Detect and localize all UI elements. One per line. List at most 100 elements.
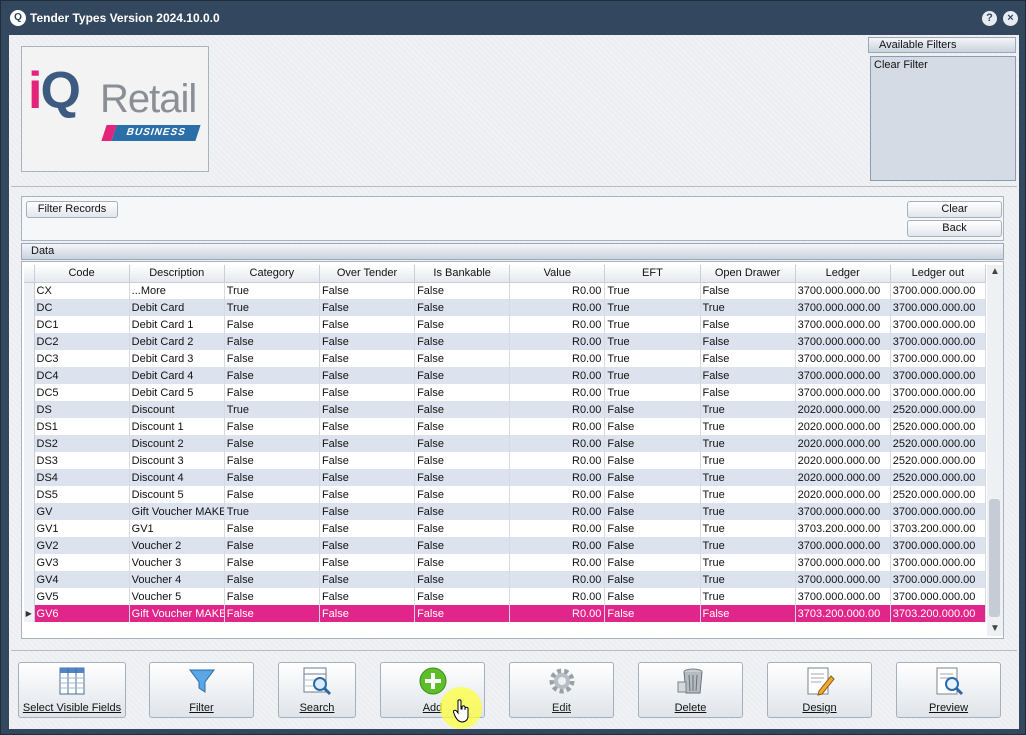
table-cell[interactable]: R0.00 [509, 503, 606, 520]
table-cell[interactable]: Discount 5 [129, 486, 225, 503]
table-cell[interactable]: False [604, 486, 701, 503]
table-cell[interactable]: False [319, 605, 416, 622]
row-indicator[interactable] [24, 435, 35, 452]
table-cell[interactable]: False [604, 605, 701, 622]
table-cell[interactable]: False [604, 401, 701, 418]
column-header[interactable]: EFT [604, 265, 701, 283]
table-cell[interactable]: False [319, 486, 416, 503]
table-cell[interactable]: False [224, 316, 320, 333]
table-cell[interactable]: False [319, 452, 416, 469]
table-cell[interactable]: 3700.000.000.00 [795, 554, 891, 571]
table-cell[interactable]: False [224, 418, 320, 435]
table-cell[interactable]: DS3 [34, 452, 130, 469]
row-indicator[interactable]: ▶ [24, 605, 35, 622]
row-indicator[interactable] [24, 350, 35, 367]
table-row[interactable]: DC3 Debit Card 3 False False False R0.00 True F… [24, 350, 987, 367]
table-cell[interactable]: False [319, 316, 416, 333]
table-cell[interactable]: True [224, 299, 320, 316]
table-cell[interactable]: True [700, 554, 796, 571]
table-cell[interactable]: False [224, 605, 320, 622]
table-cell[interactable]: 2020.000.000.00 [795, 452, 891, 469]
table-cell[interactable]: False [224, 333, 320, 350]
table-cell[interactable]: R0.00 [509, 333, 606, 350]
table-cell[interactable]: 3700.000.000.00 [795, 316, 891, 333]
row-indicator[interactable] [24, 299, 35, 316]
table-row[interactable]: GV1 GV1 False False False R0.00 False True 3703.… [24, 520, 987, 537]
table-cell[interactable]: Debit Card 5 [129, 384, 225, 401]
close-icon[interactable]: × [1003, 11, 1018, 26]
table-cell[interactable]: Voucher 2 [129, 537, 225, 554]
table-cell[interactable]: 3700.000.000.00 [795, 588, 891, 605]
table-cell[interactable]: R0.00 [509, 367, 606, 384]
table-cell[interactable]: True [604, 333, 701, 350]
table-cell[interactable]: False [319, 418, 416, 435]
table-cell[interactable]: False [319, 588, 416, 605]
column-header[interactable]: Ledger [795, 265, 891, 283]
table-cell[interactable]: True [604, 384, 701, 401]
table-cell[interactable]: GV2 [34, 537, 130, 554]
table-cell[interactable]: False [414, 469, 511, 486]
table-cell[interactable]: False [414, 452, 511, 469]
help-icon[interactable]: ? [982, 11, 997, 26]
table-cell[interactable]: False [319, 333, 416, 350]
table-cell[interactable]: False [224, 537, 320, 554]
table-cell[interactable]: 3703.200.000.00 [795, 605, 891, 622]
row-indicator[interactable] [24, 520, 35, 537]
table-cell[interactable]: False [414, 520, 511, 537]
table-cell[interactable]: 3703.200.000.00 [890, 605, 987, 622]
table-cell[interactable]: Debit Card 1 [129, 316, 225, 333]
table-cell[interactable]: False [414, 435, 511, 452]
table-cell[interactable]: False [319, 435, 416, 452]
table-row[interactable]: GV2 Voucher 2 False False False R0.00 False Tru… [24, 537, 987, 554]
table-row[interactable]: DC5 Debit Card 5 False False False R0.00 True F… [24, 384, 987, 401]
table-cell[interactable]: 2520.000.000.00 [890, 401, 987, 418]
table-cell[interactable]: True [700, 588, 796, 605]
table-row[interactable]: DS Discount True False False R0.00 False True 20… [24, 401, 987, 418]
table-cell[interactable]: 3700.000.000.00 [890, 588, 987, 605]
table-cell[interactable]: False [319, 282, 416, 299]
table-cell[interactable]: R0.00 [509, 520, 606, 537]
table-cell[interactable]: True [700, 418, 796, 435]
table-cell[interactable]: Debit Card 4 [129, 367, 225, 384]
column-header[interactable]: Is Bankable [414, 265, 511, 283]
table-cell[interactable]: R0.00 [509, 588, 606, 605]
table-cell[interactable]: GV4 [34, 571, 130, 588]
column-header[interactable]: Code [34, 265, 130, 283]
table-cell[interactable]: R0.00 [509, 554, 606, 571]
table-cell[interactable]: Gift Voucher MAKE [129, 605, 225, 622]
table-cell[interactable]: Discount 3 [129, 452, 225, 469]
table-cell[interactable]: True [604, 350, 701, 367]
row-indicator[interactable] [24, 333, 35, 350]
table-cell[interactable]: CX [34, 282, 130, 299]
row-indicator[interactable] [24, 401, 35, 418]
table-cell[interactable]: 2020.000.000.00 [795, 486, 891, 503]
table-cell[interactable]: True [700, 469, 796, 486]
table-cell[interactable]: 2020.000.000.00 [795, 418, 891, 435]
row-indicator[interactable] [24, 554, 35, 571]
table-cell[interactable]: False [604, 452, 701, 469]
column-header[interactable]: Description [129, 265, 225, 283]
table-cell[interactable]: False [414, 350, 511, 367]
table-cell[interactable]: False [224, 588, 320, 605]
table-cell[interactable]: 3700.000.000.00 [795, 367, 891, 384]
table-cell[interactable]: R0.00 [509, 571, 606, 588]
table-cell[interactable]: False [224, 435, 320, 452]
table-row[interactable]: DC4 Debit Card 4 False False False R0.00 True F… [24, 367, 987, 384]
row-indicator[interactable] [24, 452, 35, 469]
table-cell[interactable]: False [224, 554, 320, 571]
table-cell[interactable]: Gift Voucher MAKE [129, 503, 225, 520]
table-cell[interactable]: False [414, 333, 511, 350]
table-cell[interactable]: True [700, 299, 796, 316]
row-indicator[interactable] [24, 469, 35, 486]
table-cell[interactable]: GV5 [34, 588, 130, 605]
filter-records-button[interactable]: Filter Records [26, 201, 118, 218]
filter-item-clear-filter[interactable]: Clear Filter [874, 59, 1012, 71]
table-cell[interactable]: False [604, 469, 701, 486]
table-cell[interactable]: False [604, 537, 701, 554]
table-cell[interactable]: False [414, 486, 511, 503]
table-row[interactable]: DC Debit Card True False False R0.00 True True 3… [24, 299, 987, 316]
table-row[interactable]: GV5 Voucher 5 False False False R0.00 False Tru… [24, 588, 987, 605]
table-cell[interactable]: R0.00 [509, 316, 606, 333]
table-cell[interactable]: False [414, 605, 511, 622]
table-cell[interactable]: DS4 [34, 469, 130, 486]
